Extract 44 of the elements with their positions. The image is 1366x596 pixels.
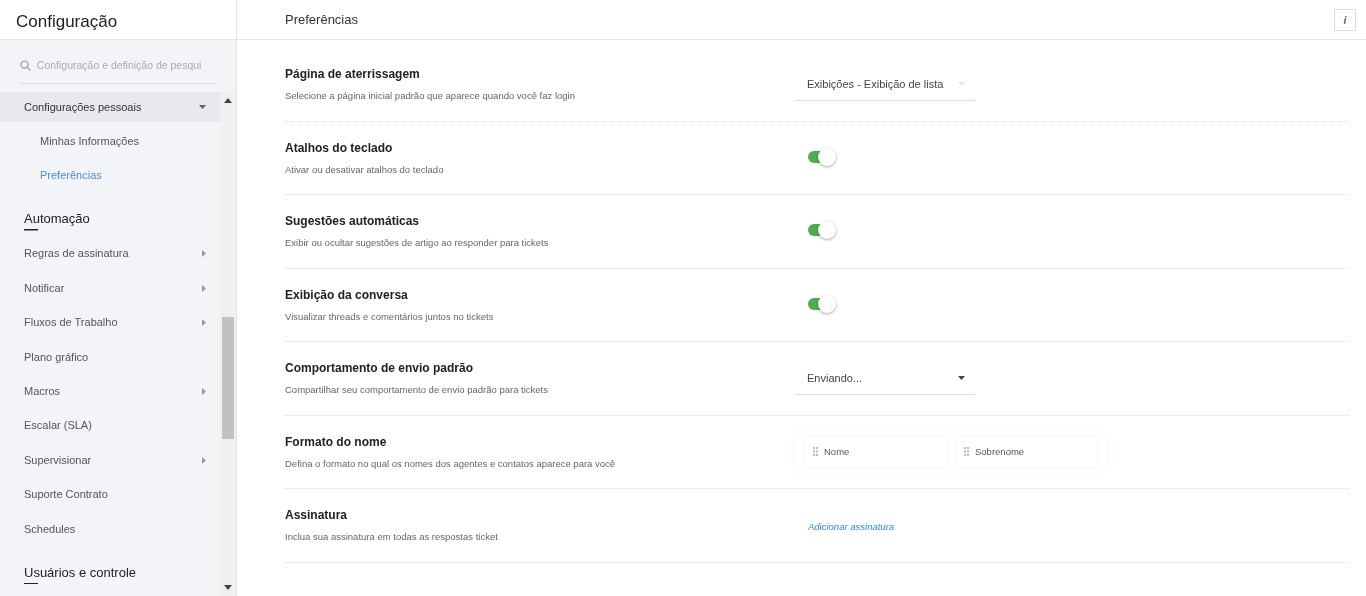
menu-item[interactable]: Notificar: [0, 270, 220, 306]
drag-handle-icon: [964, 447, 969, 457]
search-icon: [20, 60, 31, 72]
scrollbar[interactable]: [220, 91, 236, 596]
setting-description: Inclua sua assinatura em todas as respostas ticket: [285, 530, 499, 545]
setting-title: Exibição da conversa: [285, 286, 409, 304]
setting-description: Exibir ou ocultar sugestões de artigo ao responder para tickets: [285, 236, 550, 251]
page-title: Preferências: [285, 11, 358, 28]
info-button[interactable]: i: [1334, 8, 1356, 31]
menu-item[interactable]: Fluxos de Trabalho: [0, 305, 220, 340]
setting-title: Atalhos do teclado: [285, 139, 394, 157]
setting-title: Página de aterrissagem: [285, 66, 421, 84]
select-dropdown[interactable]: Enviando...: [795, 361, 975, 395]
drag-handle-icon: [813, 447, 818, 457]
setting-description: Visualizar threads e comentários juntos no tickets: [285, 309, 495, 324]
toggle-switch[interactable]: [808, 297, 834, 310]
caret-icon: [199, 104, 206, 109]
setting-title: Formato do nome: [285, 433, 388, 451]
draggable-chip[interactable]: Nome: [805, 436, 946, 467]
toggle-switch[interactable]: [808, 150, 834, 163]
scrollbar-thumb[interactable]: [222, 316, 234, 439]
menu-item[interactable]: Supervisionar: [0, 442, 220, 478]
setting-title: Assinatura: [285, 507, 349, 525]
menu-item[interactable]: Plano gráfico: [0, 339, 220, 375]
setting-title: Sugestões automáticas: [285, 213, 421, 231]
menu-section[interactable]: Configurações pessoais: [0, 91, 220, 122]
setting-description: Ativar ou desativar atalhos do teclado: [285, 162, 445, 177]
draggable-chip[interactable]: Sobrenome: [956, 436, 1097, 467]
scroll-up-icon[interactable]: [224, 97, 232, 103]
scroll-down-icon[interactable]: [224, 585, 232, 590]
menu-item[interactable]: Macros: [0, 374, 220, 409]
toggle-switch[interactable]: [808, 224, 834, 237]
menu-item[interactable]: Suporte Contrato: [0, 477, 220, 512]
setting-description: Compartilhar seu comportamento de envio padrão para tickets: [285, 383, 549, 398]
sidebar-title: Configuração: [0, 0, 236, 40]
menu-item[interactable]: Escalar (SLA): [0, 408, 220, 443]
search-field[interactable]: Configuração e definição de pesqui: [36, 58, 216, 74]
setting-description: Defina o formato no qual os nomes dos agentes e contatos aparece para você: [285, 456, 617, 471]
menu-item[interactable]: Minhas Informações: [0, 123, 220, 159]
menu-item[interactable]: Regras de assinatura: [0, 236, 220, 271]
setting-description: Selecione a página inicial padrão que aparece quando você faz login: [285, 89, 576, 104]
add-signature-link[interactable]: Adicionar assinatura: [808, 521, 895, 533]
menu-item[interactable]: Schedules: [0, 511, 220, 547]
setting-title: Comportamento de envio padrão: [285, 360, 475, 378]
